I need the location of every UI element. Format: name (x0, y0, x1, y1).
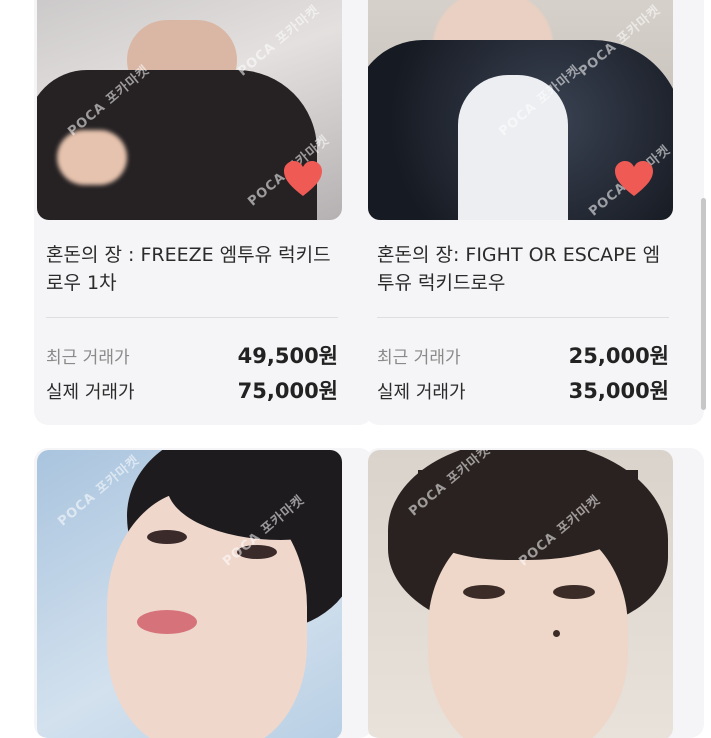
recent-price-value: 25,000원 (568, 344, 669, 368)
divider (377, 317, 669, 318)
product-photo[interactable]: POCA 포카마켓 POCA 포카마켓 POCA 포카마켓 (368, 0, 673, 220)
actual-price-row: 실제 거래가 75,000원 (46, 375, 338, 405)
product-photo[interactable]: POCA 포카마켓 POCA 포카마켓 (37, 450, 342, 738)
actual-price-label: 실제 거래가 (46, 382, 135, 403)
recent-price-row: 최근 거래가 25,000원 (377, 340, 669, 370)
actual-price-value: 35,000원 (568, 379, 669, 403)
actual-price-row: 실제 거래가 35,000원 (377, 375, 669, 405)
recent-price-label: 최근 거래가 (46, 348, 130, 368)
heart-icon[interactable] (613, 160, 655, 198)
divider (46, 317, 338, 318)
recent-price-label: 최근 거래가 (377, 348, 461, 368)
product-card[interactable]: POCA 포카마켓 POCA 포카마켓 (34, 448, 373, 738)
product-photo[interactable]: POCA 포카마켓 POCA 포카마켓 POCA 포카마켓 (37, 0, 342, 220)
recent-price-value: 49,500원 (237, 344, 338, 368)
product-title[interactable]: 혼돈의 장: FIGHT OR ESCAPE 엠투유 럭키드로우 (377, 241, 677, 297)
recent-price-row: 최근 거래가 49,500원 (46, 340, 338, 370)
product-card[interactable]: POCA 포카마켓 POCA 포카마켓 (365, 448, 704, 738)
actual-price-label: 실제 거래가 (377, 382, 466, 403)
heart-icon[interactable] (282, 160, 324, 198)
actual-price-value: 75,000원 (237, 379, 338, 403)
product-card[interactable]: POCA 포카마켓 POCA 포카마켓 POCA 포카마켓 혼돈의 장: FIG… (365, 0, 704, 425)
scrollbar[interactable] (701, 198, 706, 410)
product-photo[interactable]: POCA 포카마켓 POCA 포카마켓 (368, 450, 673, 738)
product-card[interactable]: POCA 포카마켓 POCA 포카마켓 POCA 포카마켓 혼돈의 장 : FR… (34, 0, 373, 425)
product-title[interactable]: 혼돈의 장 : FREEZE 엠투유 럭키드로우 1차 (46, 241, 346, 297)
